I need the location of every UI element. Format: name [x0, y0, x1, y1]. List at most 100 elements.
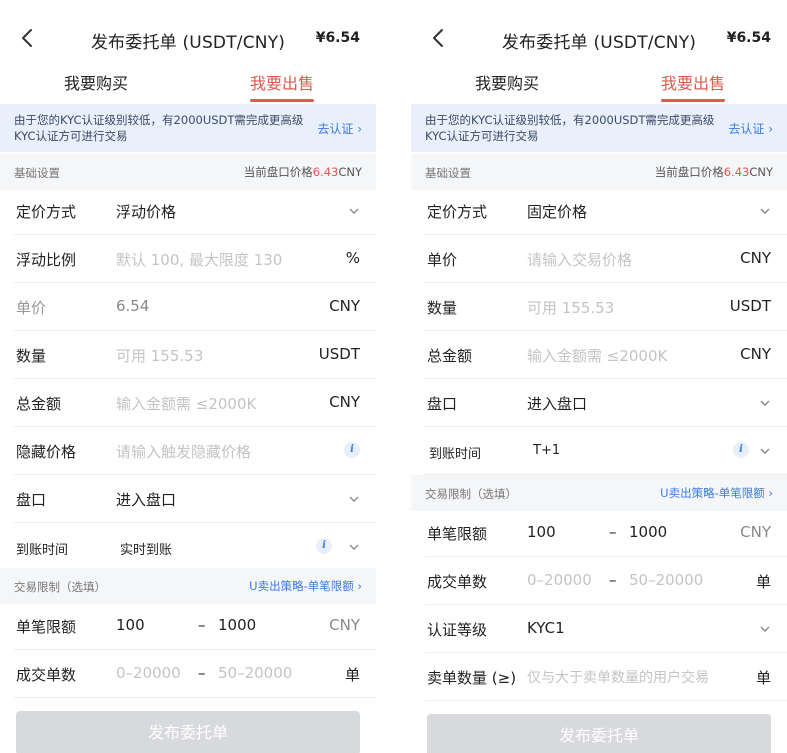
deal-count-row: 成交单数 0–20000 – 50–20000 单 [411, 557, 787, 605]
total-amount-input[interactable]: 输入金额需 ≤2000K [527, 345, 667, 366]
total-amount-label: 总金额 [427, 347, 473, 365]
deal-count-label: 成交单数 [16, 666, 77, 684]
screenshot-stage: 发布委托单 (USDT/CNY) ¥6.54 我要购买 我要出售 由于您的KYC… [0, 0, 787, 753]
quantity-input[interactable]: 可用 155.53 [527, 297, 614, 318]
arrival-time-row[interactable]: 到账时间 实时到账 i [0, 523, 376, 571]
publish-order-button[interactable]: 发布委托单 [427, 714, 771, 753]
quantity-label: 数量 [16, 347, 47, 365]
kyc-level-label: 认证等级 [427, 621, 488, 639]
total-amount-input[interactable]: 输入金额需 ≤2000K [116, 393, 256, 414]
pricing-method-row[interactable]: 定价方式 浮动价格 [0, 187, 376, 235]
info-icon[interactable]: i [316, 538, 332, 554]
deal-count-min-input[interactable]: 0–20000 [116, 664, 181, 682]
orderbook-row[interactable]: 盘口 进入盘口 [411, 379, 787, 427]
deal-count-unit: 单 [344, 666, 360, 684]
current-price: ¥6.54 [726, 30, 771, 46]
single-limit-row: 单笔限额 100 – 1000 CNY [0, 602, 376, 650]
market-price-value: 6.43 [312, 165, 339, 179]
total-amount-unit: CNY [740, 345, 771, 363]
single-limit-max-input[interactable]: 1000 [629, 523, 667, 541]
total-amount-label: 总金额 [16, 395, 62, 413]
orderbook-row[interactable]: 盘口 进入盘口 [0, 475, 376, 523]
verify-link[interactable]: 去认证 › [728, 120, 773, 137]
chevron-down-icon [349, 544, 359, 550]
sell-strategy-link[interactable]: U卖出策略-单笔限额 › [660, 485, 773, 501]
hidden-price-row: 隐藏价格 请输入触发隐藏价格 i [0, 427, 376, 475]
kyc-level-value: KYC1 [527, 619, 565, 637]
arrival-time-row[interactable]: 到账时间 T+1 i [411, 427, 787, 475]
kyc-level-row[interactable]: 认证等级 KYC1 [411, 605, 787, 653]
quantity-unit: USDT [318, 345, 360, 363]
unit-price-value: 6.54 [116, 297, 150, 315]
range-dash: – [609, 571, 617, 589]
info-icon[interactable]: i [733, 442, 749, 458]
deal-count-row: 成交单数 0–20000 – 50–20000 单 [0, 650, 376, 698]
float-ratio-row: 浮动比例 默认 100, 最大限度 130 % [0, 235, 376, 283]
unit-price-input[interactable]: 请输入交易价格 [527, 249, 632, 270]
chevron-down-icon [760, 448, 770, 454]
sell-count-label: 卖单数量 (≥) [427, 669, 517, 687]
unit-price-row: 单价 6.54 CNY [0, 283, 376, 331]
single-limit-unit: CNY [740, 523, 771, 541]
pricing-method-label: 定价方式 [16, 203, 77, 221]
quantity-row: 数量 可用 155.53 USDT [411, 283, 787, 331]
unit-price-unit: CNY [329, 297, 360, 315]
verify-link[interactable]: 去认证 › [317, 120, 362, 137]
tab-sell[interactable]: 我要出售 [661, 70, 725, 94]
market-price-info: 当前盘口价格6.43CNY [655, 164, 773, 180]
hidden-price-label: 隐藏价格 [16, 443, 77, 461]
market-price-unit: CNY [338, 165, 362, 179]
tab-bar: 我要购买 我要出售 [411, 64, 787, 104]
single-limit-label: 单笔限额 [427, 525, 488, 543]
header: 发布委托单 (USDT/CNY) ¥6.54 [0, 14, 376, 62]
sell-strategy-link[interactable]: U卖出策略-单笔限额 › [249, 578, 362, 594]
deal-count-min-input[interactable]: 0–20000 [527, 571, 592, 589]
header: 发布委托单 (USDT/CNY) ¥6.54 [411, 14, 787, 62]
deal-count-unit: 单 [755, 573, 771, 591]
hidden-price-input[interactable]: 请输入触发隐藏价格 [116, 441, 251, 462]
chevron-down-icon [760, 208, 770, 214]
kyc-notice-text: 由于您的KYC认证级别较低，有2000USDT需完成更高级KYC认证方可进行交易 [14, 113, 304, 143]
sell-count-row: 卖单数量 (≥) 仅与大于卖单数量的用户交易 单 [411, 653, 787, 701]
trade-limits-label: 交易限制（选填） [14, 580, 106, 594]
trade-limits-header: 交易限制（选填） U卖出策略-单笔限额 › [411, 475, 787, 511]
range-dash: – [198, 616, 206, 634]
unit-price-label: 单价 [16, 299, 47, 317]
chevron-down-icon [349, 208, 359, 214]
unit-price-unit: CNY [740, 249, 771, 267]
pricing-method-value: 浮动价格 [116, 203, 177, 221]
tab-buy[interactable]: 我要购买 [64, 70, 128, 94]
single-limit-max-input[interactable]: 1000 [218, 616, 256, 634]
tab-bar: 我要购买 我要出售 [0, 64, 376, 104]
orderbook-value: 进入盘口 [116, 491, 177, 509]
tab-buy[interactable]: 我要购买 [475, 70, 539, 94]
total-amount-row: 总金额 输入金额需 ≤2000K CNY [0, 379, 376, 427]
basic-settings-label: 基础设置 [425, 166, 471, 180]
basic-settings-header: 基础设置 当前盘口价格6.43CNY [0, 154, 376, 190]
current-price: ¥6.54 [315, 30, 360, 46]
quantity-input[interactable]: 可用 155.53 [116, 345, 203, 366]
kyc-notice-banner: 由于您的KYC认证级别较低，有2000USDT需完成更高级KYC认证方可进行交易… [411, 104, 787, 152]
arrival-time-value: 实时到账 [120, 543, 173, 558]
arrival-time-label: 到账时间 [429, 447, 482, 462]
single-limit-min-input[interactable]: 100 [116, 616, 145, 634]
deal-count-max-input[interactable]: 50–20000 [218, 664, 292, 682]
deal-count-max-input[interactable]: 50–20000 [629, 571, 703, 589]
right-screen-fixed-price: 发布委托单 (USDT/CNY) ¥6.54 我要购买 我要出售 由于您的KYC… [411, 0, 787, 753]
sell-count-unit: 单 [755, 669, 771, 687]
sell-count-input[interactable]: 仅与大于卖单数量的用户交易 [527, 667, 709, 687]
single-limit-min-input[interactable]: 100 [527, 523, 556, 541]
publish-order-button[interactable]: 发布委托单 [16, 711, 360, 753]
float-ratio-label: 浮动比例 [16, 251, 77, 269]
info-icon[interactable]: i [344, 442, 360, 458]
float-ratio-unit: % [345, 249, 360, 267]
kyc-notice-banner: 由于您的KYC认证级别较低，有2000USDT需完成更高级KYC认证方可进行交易… [0, 104, 376, 152]
pricing-method-row[interactable]: 定价方式 固定价格 [411, 187, 787, 235]
total-amount-row: 总金额 输入金额需 ≤2000K CNY [411, 331, 787, 379]
arrival-time-value: T+1 [533, 443, 561, 458]
quantity-unit: USDT [729, 297, 771, 315]
pricing-method-value: 固定价格 [527, 203, 588, 221]
tab-sell[interactable]: 我要出售 [250, 70, 314, 94]
float-ratio-input[interactable]: 默认 100, 最大限度 130 [116, 249, 282, 270]
single-limit-row: 单笔限额 100 – 1000 CNY [411, 509, 787, 557]
